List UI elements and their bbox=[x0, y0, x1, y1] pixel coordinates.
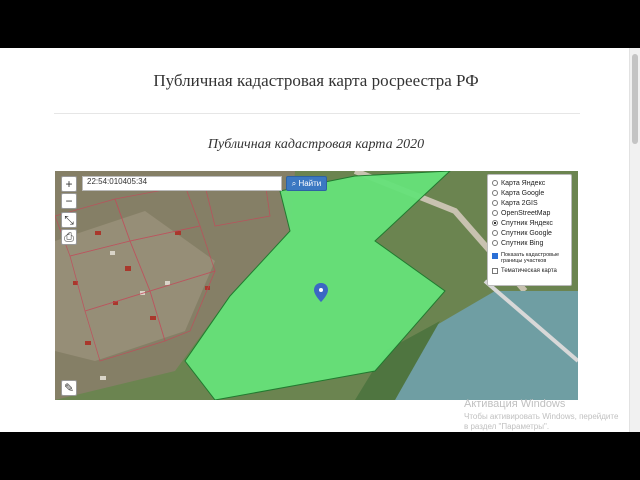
page-title: Публичная кадастровая карта росреестра Р… bbox=[153, 71, 479, 90]
show-cadastral-option[interactable]: Показать кадастровые границы участков bbox=[492, 252, 567, 264]
layer-radio[interactable] bbox=[492, 210, 498, 216]
layer-option[interactable]: Спутник Яндекс bbox=[492, 218, 567, 228]
show-cadastral-checkbox[interactable] bbox=[492, 253, 498, 259]
cadastral-number-input[interactable]: 22:54:010405:34 bbox=[82, 176, 282, 191]
edit-pencil-icon[interactable]: ✎ bbox=[61, 380, 77, 396]
layer-radio[interactable] bbox=[492, 190, 498, 196]
zoom-out-button[interactable]: − bbox=[61, 193, 77, 209]
windows-activation-title: Активация Windows bbox=[464, 398, 566, 410]
layer-option[interactable]: OpenStreetMap bbox=[492, 208, 567, 218]
layer-radio[interactable] bbox=[492, 180, 498, 186]
thematic-map-checkbox[interactable] bbox=[492, 268, 498, 274]
layer-switcher: Карта Яндекс Карта Google Карта 2GIS Ope… bbox=[487, 174, 572, 286]
layer-option[interactable]: Карта 2GIS bbox=[492, 198, 567, 208]
web-page: Публичная кадастровая карта росреестра Р… bbox=[0, 48, 640, 432]
scrollbar-thumb[interactable] bbox=[632, 54, 638, 144]
thematic-map-option[interactable]: Тематическая карта bbox=[492, 268, 567, 274]
layer-radio[interactable] bbox=[492, 230, 498, 236]
search-button-label: Найти bbox=[298, 179, 322, 188]
zoom-in-button[interactable]: + bbox=[61, 176, 77, 192]
page-scrollbar[interactable] bbox=[629, 48, 640, 432]
cadastral-map[interactable]: + − ⤡ ⎙ ✎ 22:54:010405:34 ⌕ Найти Карта … bbox=[55, 171, 578, 400]
search-icon: ⌕ bbox=[291, 179, 297, 188]
windows-activation-text: Чтобы активировать Windows, перейдите в … bbox=[464, 412, 619, 431]
print-icon[interactable]: ⎙ bbox=[61, 229, 77, 245]
search-button[interactable]: ⌕ Найти bbox=[286, 176, 327, 191]
measure-ruler-icon[interactable]: ⤡ bbox=[61, 212, 77, 228]
layer-radio[interactable] bbox=[492, 200, 498, 206]
layer-option[interactable]: Карта Яндекс bbox=[492, 178, 567, 188]
page-subtitle: Публичная кадастровая карта 2020 bbox=[207, 137, 425, 152]
layer-radio[interactable] bbox=[492, 220, 498, 226]
title-divider bbox=[54, 113, 580, 114]
layer-radio[interactable] bbox=[492, 240, 498, 246]
layer-option[interactable]: Спутник Google bbox=[492, 228, 567, 238]
layer-option[interactable]: Карта Google bbox=[492, 188, 567, 198]
layer-option[interactable]: Спутник Bing bbox=[492, 238, 567, 248]
